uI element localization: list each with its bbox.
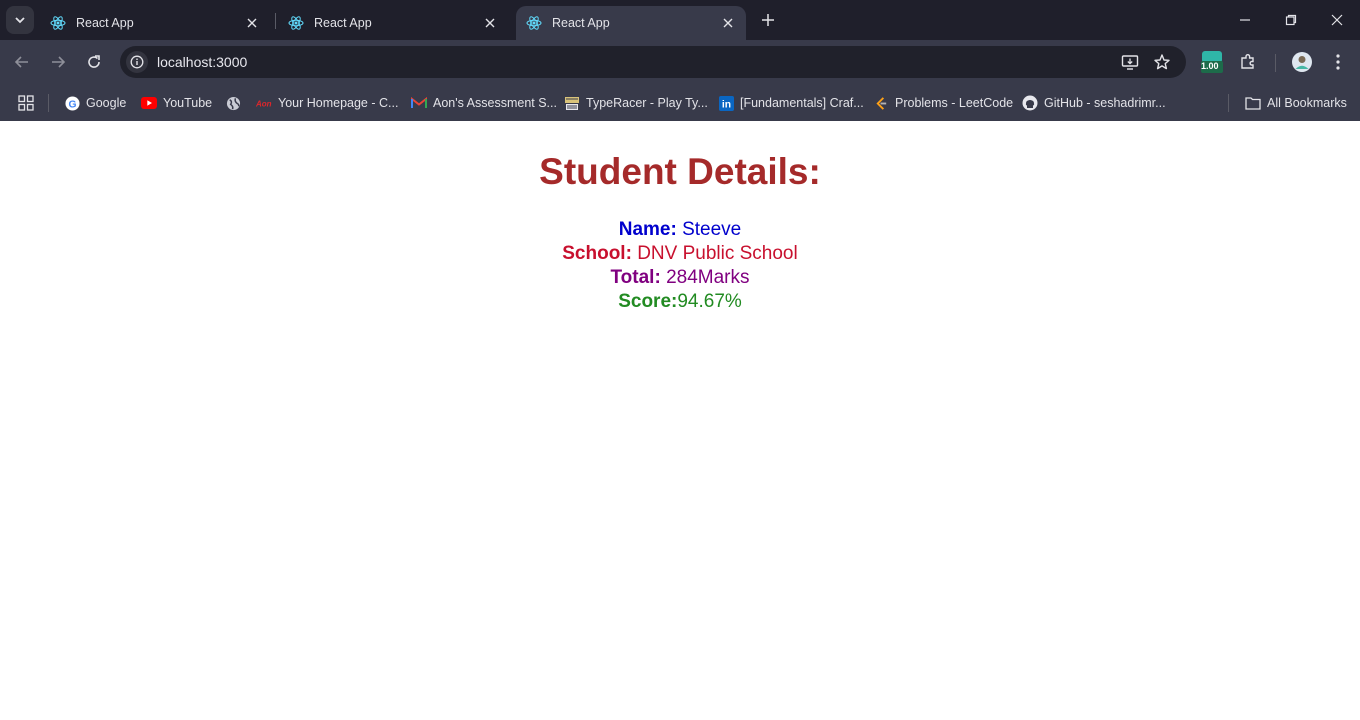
total-label: Total: xyxy=(610,267,661,288)
tab-strip: React App React App React App xyxy=(0,0,1360,40)
apps-button[interactable] xyxy=(18,92,34,114)
avatar xyxy=(1292,52,1312,72)
folder-icon xyxy=(1245,95,1261,111)
bookmark-separator xyxy=(1228,94,1229,112)
close-window-button[interactable] xyxy=(1314,0,1360,40)
school-row: School: DNV Public School xyxy=(0,242,1360,266)
toolbar-separator xyxy=(1275,54,1276,72)
score-value: 94.67% xyxy=(677,291,742,312)
aon-icon: Aon xyxy=(256,95,272,111)
reload-button[interactable] xyxy=(80,48,108,76)
tab-separator xyxy=(275,13,276,29)
tab-1[interactable]: React App xyxy=(40,6,270,40)
reload-icon xyxy=(88,55,100,68)
linkedin-icon: in xyxy=(718,95,734,111)
tab-title: React App xyxy=(552,16,610,30)
restore-icon xyxy=(1285,14,1297,26)
bookmark-label: Problems - LeetCode xyxy=(895,96,1014,110)
bookmark-aon-homepage[interactable]: Aon Your Homepage - C... xyxy=(256,92,398,114)
plus-icon xyxy=(762,14,774,26)
bookmark-label: TypeRacer - Play Ty... xyxy=(586,96,708,110)
close-icon xyxy=(1331,14,1343,26)
menu-button[interactable] xyxy=(1324,48,1352,76)
bookmark-label: Google xyxy=(86,96,127,110)
bookmark-label: GitHub - seshadrimr... xyxy=(1044,96,1166,110)
bookmark-label: [Fundamentals] Craf... xyxy=(740,96,864,110)
google-icon: G xyxy=(64,95,80,111)
browser-chrome: React App React App React App localhost:… xyxy=(0,0,1360,121)
bookmark-github[interactable]: GitHub - seshadrimr... xyxy=(1022,92,1166,114)
svg-text:G: G xyxy=(68,99,76,110)
bookmark-label: Aon's Assessment S... xyxy=(433,96,557,110)
bookmark-typeracer[interactable]: TypeRacer - Play Ty... xyxy=(564,92,708,114)
install-app-icon[interactable] xyxy=(1120,52,1140,72)
bookmark-aon-assessment[interactable]: Aon's Assessment S... xyxy=(411,92,557,114)
bookmark-youtube[interactable]: YouTube xyxy=(141,92,212,114)
url-text: localhost:3000 xyxy=(157,54,248,70)
forward-button[interactable] xyxy=(44,48,72,76)
typeracer-icon xyxy=(564,95,580,111)
restore-button[interactable] xyxy=(1268,0,1314,40)
score-label: Score: xyxy=(618,291,678,312)
name-value: Steeve xyxy=(682,219,742,240)
profile-button[interactable] xyxy=(1288,48,1316,76)
svg-text:Aon: Aon xyxy=(256,100,272,108)
extension-button[interactable]: 1.00 xyxy=(1198,48,1226,76)
react-icon xyxy=(50,15,66,31)
browser-toolbar: localhost:3000 1.00 xyxy=(0,40,1360,84)
minimize-button[interactable] xyxy=(1222,0,1268,40)
extensions-button[interactable] xyxy=(1234,48,1262,76)
school-value: DNV Public School xyxy=(637,243,798,264)
close-icon[interactable] xyxy=(720,15,736,31)
site-info-icon[interactable] xyxy=(126,51,148,73)
react-icon xyxy=(526,15,542,31)
leetcode-icon xyxy=(873,95,889,111)
student-details: Name: Steeve School: DNV Public School T… xyxy=(0,218,1360,314)
star-icon[interactable] xyxy=(1152,52,1172,72)
score-row: Score:94.67% xyxy=(0,290,1360,314)
apps-grid-icon xyxy=(18,95,34,111)
back-button[interactable] xyxy=(8,48,36,76)
tab-title: React App xyxy=(76,16,134,30)
tab-3-active[interactable]: React App xyxy=(516,6,746,40)
name-label: Name: xyxy=(618,219,677,240)
close-icon[interactable] xyxy=(482,15,498,31)
svg-text:in: in xyxy=(721,99,730,110)
arrow-right-icon xyxy=(52,56,66,68)
tab-2[interactable]: React App xyxy=(278,6,508,40)
page-content: Student Details: Name: Steeve School: DN… xyxy=(0,121,1360,720)
extension-badge-text: 1.00 xyxy=(1201,61,1219,71)
more-vertical-icon xyxy=(1336,54,1340,70)
react-icon xyxy=(288,15,304,31)
total-value: 284Marks xyxy=(666,267,750,288)
name-row: Name: Steeve xyxy=(0,218,1360,242)
globe-icon xyxy=(225,95,241,111)
bookmark-leetcode[interactable]: Problems - LeetCode xyxy=(873,92,1013,114)
all-bookmarks-label: All Bookmarks xyxy=(1267,96,1347,110)
github-icon xyxy=(1022,95,1038,111)
total-row: Total: 284Marks xyxy=(0,266,1360,290)
address-bar[interactable]: localhost:3000 xyxy=(120,46,1186,78)
bookmark-globe[interactable] xyxy=(225,92,247,114)
bookmark-separator xyxy=(48,94,49,112)
bookmark-google[interactable]: G Google xyxy=(64,92,126,114)
bookmarks-bar: G Google YouTube Aon Your Homepage - C..… xyxy=(0,84,1360,121)
bookmark-label: YouTube xyxy=(163,96,213,110)
chevron-down-icon xyxy=(15,17,25,24)
gmail-icon xyxy=(411,95,427,111)
tab-title: React App xyxy=(314,16,372,30)
school-label: School: xyxy=(562,243,632,264)
arrow-left-icon xyxy=(14,56,28,68)
bookmark-linkedin[interactable]: in [Fundamentals] Craf... xyxy=(718,92,864,114)
page-title: Student Details: xyxy=(539,151,821,192)
bookmark-label: Your Homepage - C... xyxy=(278,96,399,110)
minimize-icon xyxy=(1240,19,1250,21)
close-icon[interactable] xyxy=(244,15,260,31)
youtube-icon xyxy=(141,95,157,111)
all-bookmarks-button[interactable]: All Bookmarks xyxy=(1245,92,1347,114)
tab-search-button[interactable] xyxy=(6,6,34,34)
new-tab-button[interactable] xyxy=(758,10,778,30)
puzzle-icon xyxy=(1241,54,1254,69)
